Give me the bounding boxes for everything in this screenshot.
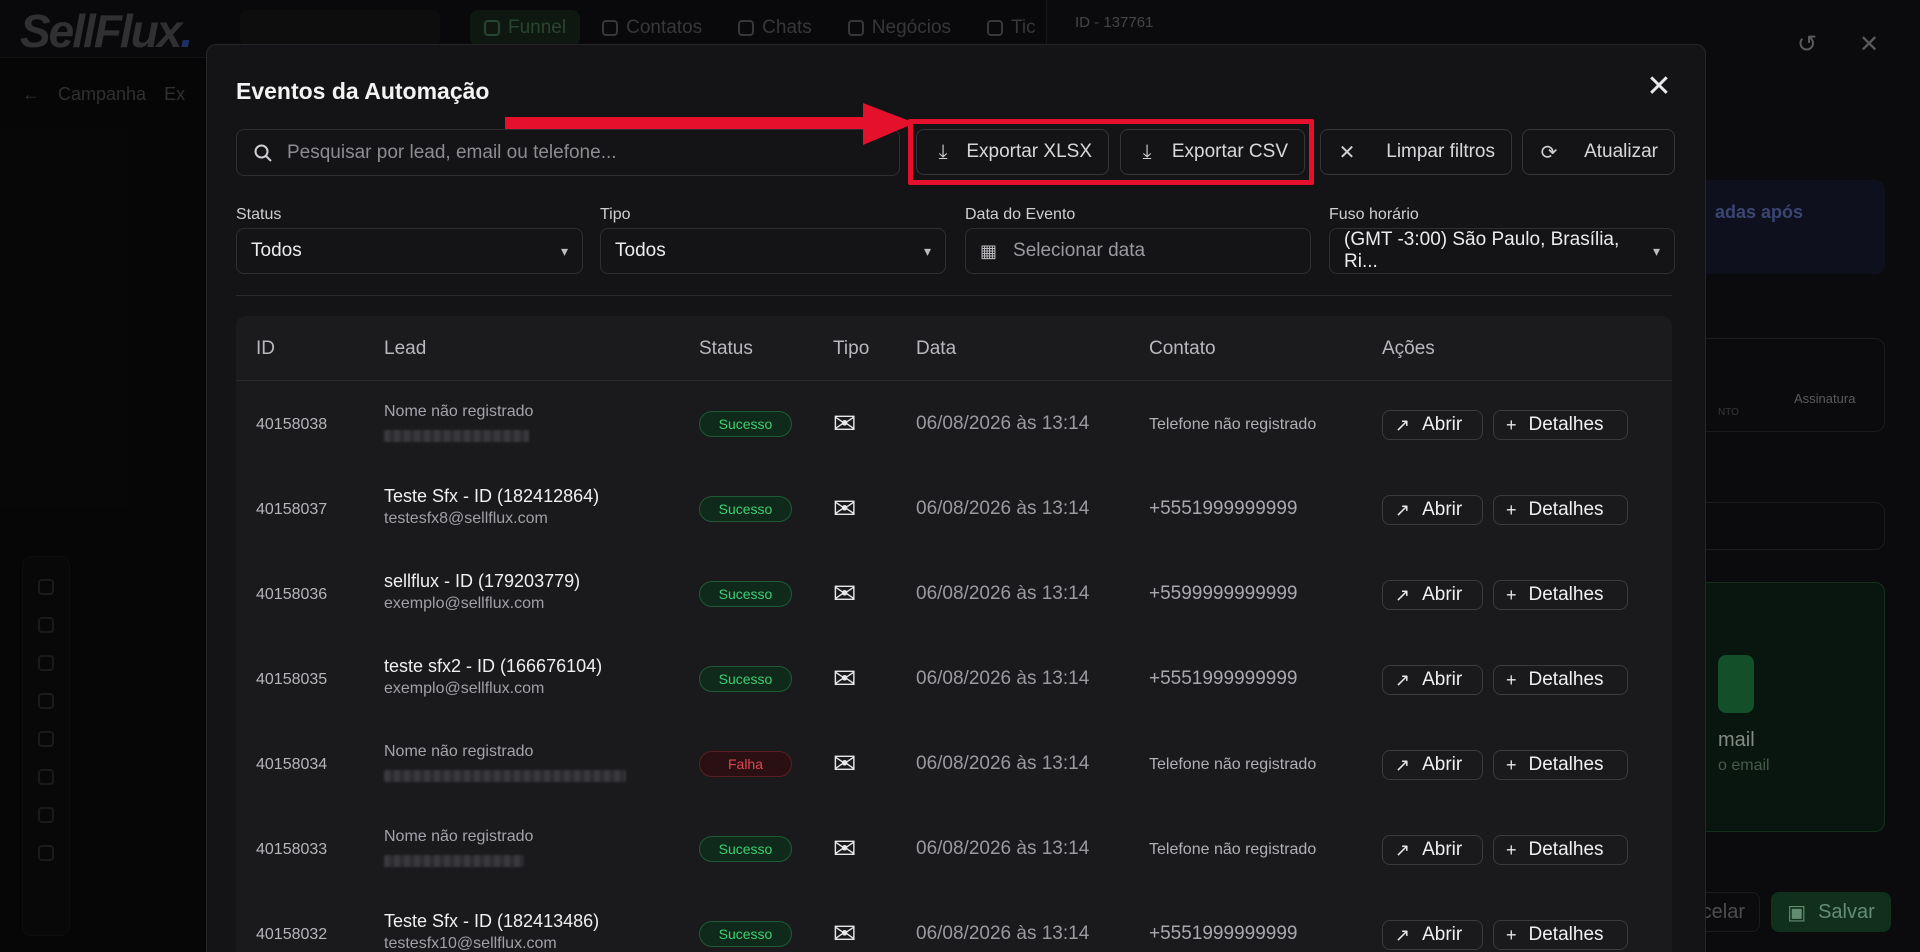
col-actions: Ações (1382, 338, 1435, 359)
refresh-icon: ⟳ (1540, 141, 1558, 164)
details-button[interactable]: + Detalhes (1493, 495, 1628, 525)
details-button[interactable]: + Detalhes (1493, 580, 1628, 610)
email-icon: ✉ (833, 493, 857, 524)
redacted-email (384, 430, 529, 442)
details-button[interactable]: + Detalhes (1493, 410, 1628, 440)
details-button[interactable]: + Detalhes (1493, 920, 1628, 950)
table-row: 40158036 sellflux - ID (179203779) exemp… (236, 551, 1672, 636)
modal-title: Eventos da Automação (236, 78, 490, 104)
open-button[interactable]: ↗ Abrir (1382, 835, 1483, 865)
table-header: ID Lead Status Tipo Data Contato Ações (236, 316, 1672, 381)
status-badge: Sucesso (699, 411, 792, 437)
status-select[interactable]: Todos ▾ (236, 228, 583, 274)
type-select[interactable]: Todos ▾ (600, 228, 946, 274)
status-badge: Sucesso (699, 836, 792, 862)
table-row: 40158037 Teste Sfx - ID (182412864) test… (236, 466, 1672, 551)
external-link-icon: ↗ (1395, 669, 1411, 690)
events-modal: Eventos da Automação ✕ ⤓ Exportar XLSX ⤓… (206, 44, 1706, 952)
email-icon: ✉ (833, 918, 857, 949)
external-link-icon: ↗ (1395, 839, 1411, 860)
chevron-down-icon: ▾ (560, 242, 568, 259)
divider (236, 295, 1672, 296)
plus-icon: + (1506, 924, 1517, 945)
external-link-icon: ↗ (1395, 414, 1411, 435)
date-filter-label: Data do Evento (965, 206, 1076, 223)
open-button[interactable]: ↗ Abrir (1382, 410, 1483, 440)
timezone-filter-label: Fuso horário (1329, 206, 1419, 223)
refresh-button[interactable]: ⟳ Atualizar (1522, 129, 1675, 175)
external-link-icon: ↗ (1395, 499, 1411, 520)
details-button[interactable]: + Detalhes (1493, 835, 1628, 865)
status-badge: Sucesso (699, 496, 792, 522)
email-icon: ✉ (833, 663, 857, 694)
details-button[interactable]: + Detalhes (1493, 665, 1628, 695)
email-icon: ✉ (833, 833, 857, 864)
search-input[interactable] (287, 141, 867, 164)
export-xlsx-button[interactable]: ⤓ Exportar XLSX (916, 129, 1109, 175)
type-filter-label: Tipo (600, 206, 631, 223)
col-lead: Lead (384, 338, 427, 359)
open-button[interactable]: ↗ Abrir (1382, 750, 1483, 780)
col-status: Status (699, 338, 753, 359)
status-badge: Sucesso (699, 666, 792, 692)
clear-filters-button[interactable]: ✕ Limpar filtros (1320, 129, 1512, 175)
col-id: ID (256, 338, 275, 359)
plus-icon: + (1506, 669, 1517, 690)
plus-icon: + (1506, 584, 1517, 605)
close-icon: ✕ (1338, 141, 1356, 164)
events-table: ID Lead Status Tipo Data Contato Ações 4… (236, 316, 1672, 952)
status-filter-label: Status (236, 206, 282, 223)
col-date: Data (916, 338, 957, 359)
open-button[interactable]: ↗ Abrir (1382, 665, 1483, 695)
email-icon: ✉ (833, 578, 857, 609)
plus-icon: + (1506, 839, 1517, 860)
external-link-icon: ↗ (1395, 924, 1411, 945)
redacted-email (384, 855, 524, 867)
chevron-down-icon: ▾ (1652, 242, 1660, 259)
chevron-down-icon: ▾ (923, 242, 931, 259)
search-icon (254, 144, 272, 162)
col-type: Tipo (833, 338, 870, 359)
table-row: 40158035 teste sfx2 - ID (166676104) exe… (236, 636, 1672, 721)
status-badge: Sucesso (699, 581, 792, 607)
email-icon: ✉ (833, 408, 857, 439)
table-row: 40158033 Nome não registrado Sucesso ✉ 0… (236, 806, 1672, 891)
col-contact: Contato (1149, 338, 1216, 359)
timezone-select[interactable]: (GMT -3:00) São Paulo, Brasília, Ri... ▾ (1329, 228, 1675, 274)
open-button[interactable]: ↗ Abrir (1382, 495, 1483, 525)
close-icon[interactable]: ✕ (1645, 72, 1673, 102)
date-picker[interactable]: ▦ Selecionar data (965, 228, 1311, 274)
plus-icon: + (1506, 414, 1517, 435)
open-button[interactable]: ↗ Abrir (1382, 920, 1483, 950)
plus-icon: + (1506, 754, 1517, 775)
export-csv-button[interactable]: ⤓ Exportar CSV (1120, 129, 1305, 175)
download-icon: ⤓ (938, 140, 948, 163)
email-icon: ✉ (833, 748, 857, 779)
status-badge: Sucesso (699, 921, 792, 947)
table-row: 40158034 Nome não registrado Falha ✉ 06/… (236, 721, 1672, 806)
table-row: 40158032 Teste Sfx - ID (182413486) test… (236, 891, 1672, 952)
external-link-icon: ↗ (1395, 754, 1411, 775)
open-button[interactable]: ↗ Abrir (1382, 580, 1483, 610)
calendar-icon: ▦ (980, 240, 998, 261)
status-badge: Falha (699, 751, 792, 777)
download-icon: ⤓ (1142, 140, 1152, 163)
redacted-email (384, 770, 626, 782)
table-row: 40158038 Nome não registrado Sucesso ✉ 0… (236, 381, 1672, 466)
search-box[interactable] (236, 129, 900, 176)
details-button[interactable]: + Detalhes (1493, 750, 1628, 780)
external-link-icon: ↗ (1395, 584, 1411, 605)
plus-icon: + (1506, 499, 1517, 520)
